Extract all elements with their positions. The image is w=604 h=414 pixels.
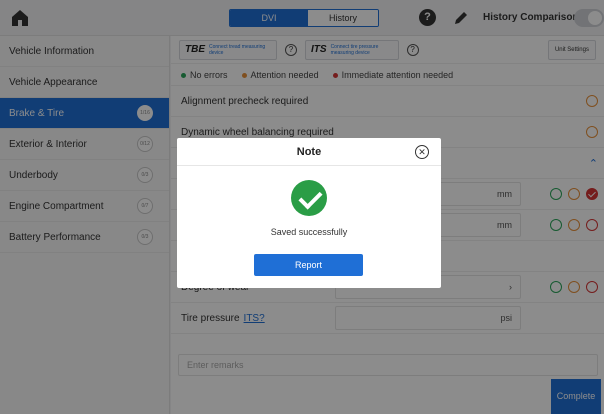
note-dialog: Note ✕ Saved successfully Report — [177, 138, 441, 288]
report-button[interactable]: Report — [254, 254, 363, 276]
check-circle-icon — [291, 180, 327, 216]
close-icon[interactable]: ✕ — [415, 145, 429, 159]
dialog-title: Note — [177, 138, 441, 166]
dialog-message: Saved successfully — [270, 227, 348, 237]
